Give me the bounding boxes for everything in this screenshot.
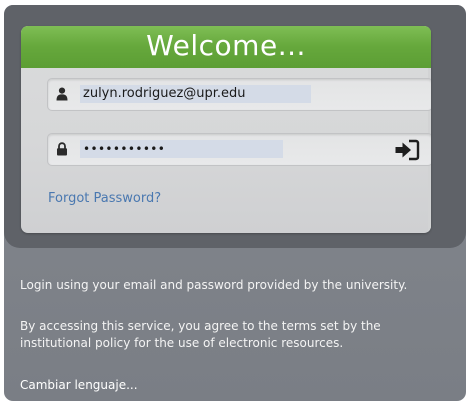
welcome-title: Welcome...: [146, 29, 306, 62]
card-header: Welcome...: [21, 26, 431, 68]
email-field[interactable]: zulyn.rodriguez@upr.edu: [47, 78, 431, 111]
email-input[interactable]: zulyn.rodriguez@upr.edu: [80, 85, 311, 103]
password-input[interactable]: •••••••••••: [80, 140, 283, 158]
sign-in-icon[interactable]: [394, 139, 420, 161]
terms-notice: By accessing this service, you agree to …: [20, 319, 381, 350]
login-page: Welcome... zulyn.rodriguez@upr.edu •••••…: [4, 5, 466, 401]
login-card: Welcome... zulyn.rodriguez@upr.edu •••••…: [21, 26, 431, 233]
lock-icon: [57, 142, 67, 156]
password-field[interactable]: •••••••••••: [47, 133, 431, 166]
change-language-link[interactable]: Cambiar lenguaje...: [20, 377, 138, 394]
user-icon: [56, 87, 68, 101]
login-instructions: Login using your email and password prov…: [20, 278, 408, 292]
forgot-password-link[interactable]: Forgot Password?: [48, 190, 161, 208]
